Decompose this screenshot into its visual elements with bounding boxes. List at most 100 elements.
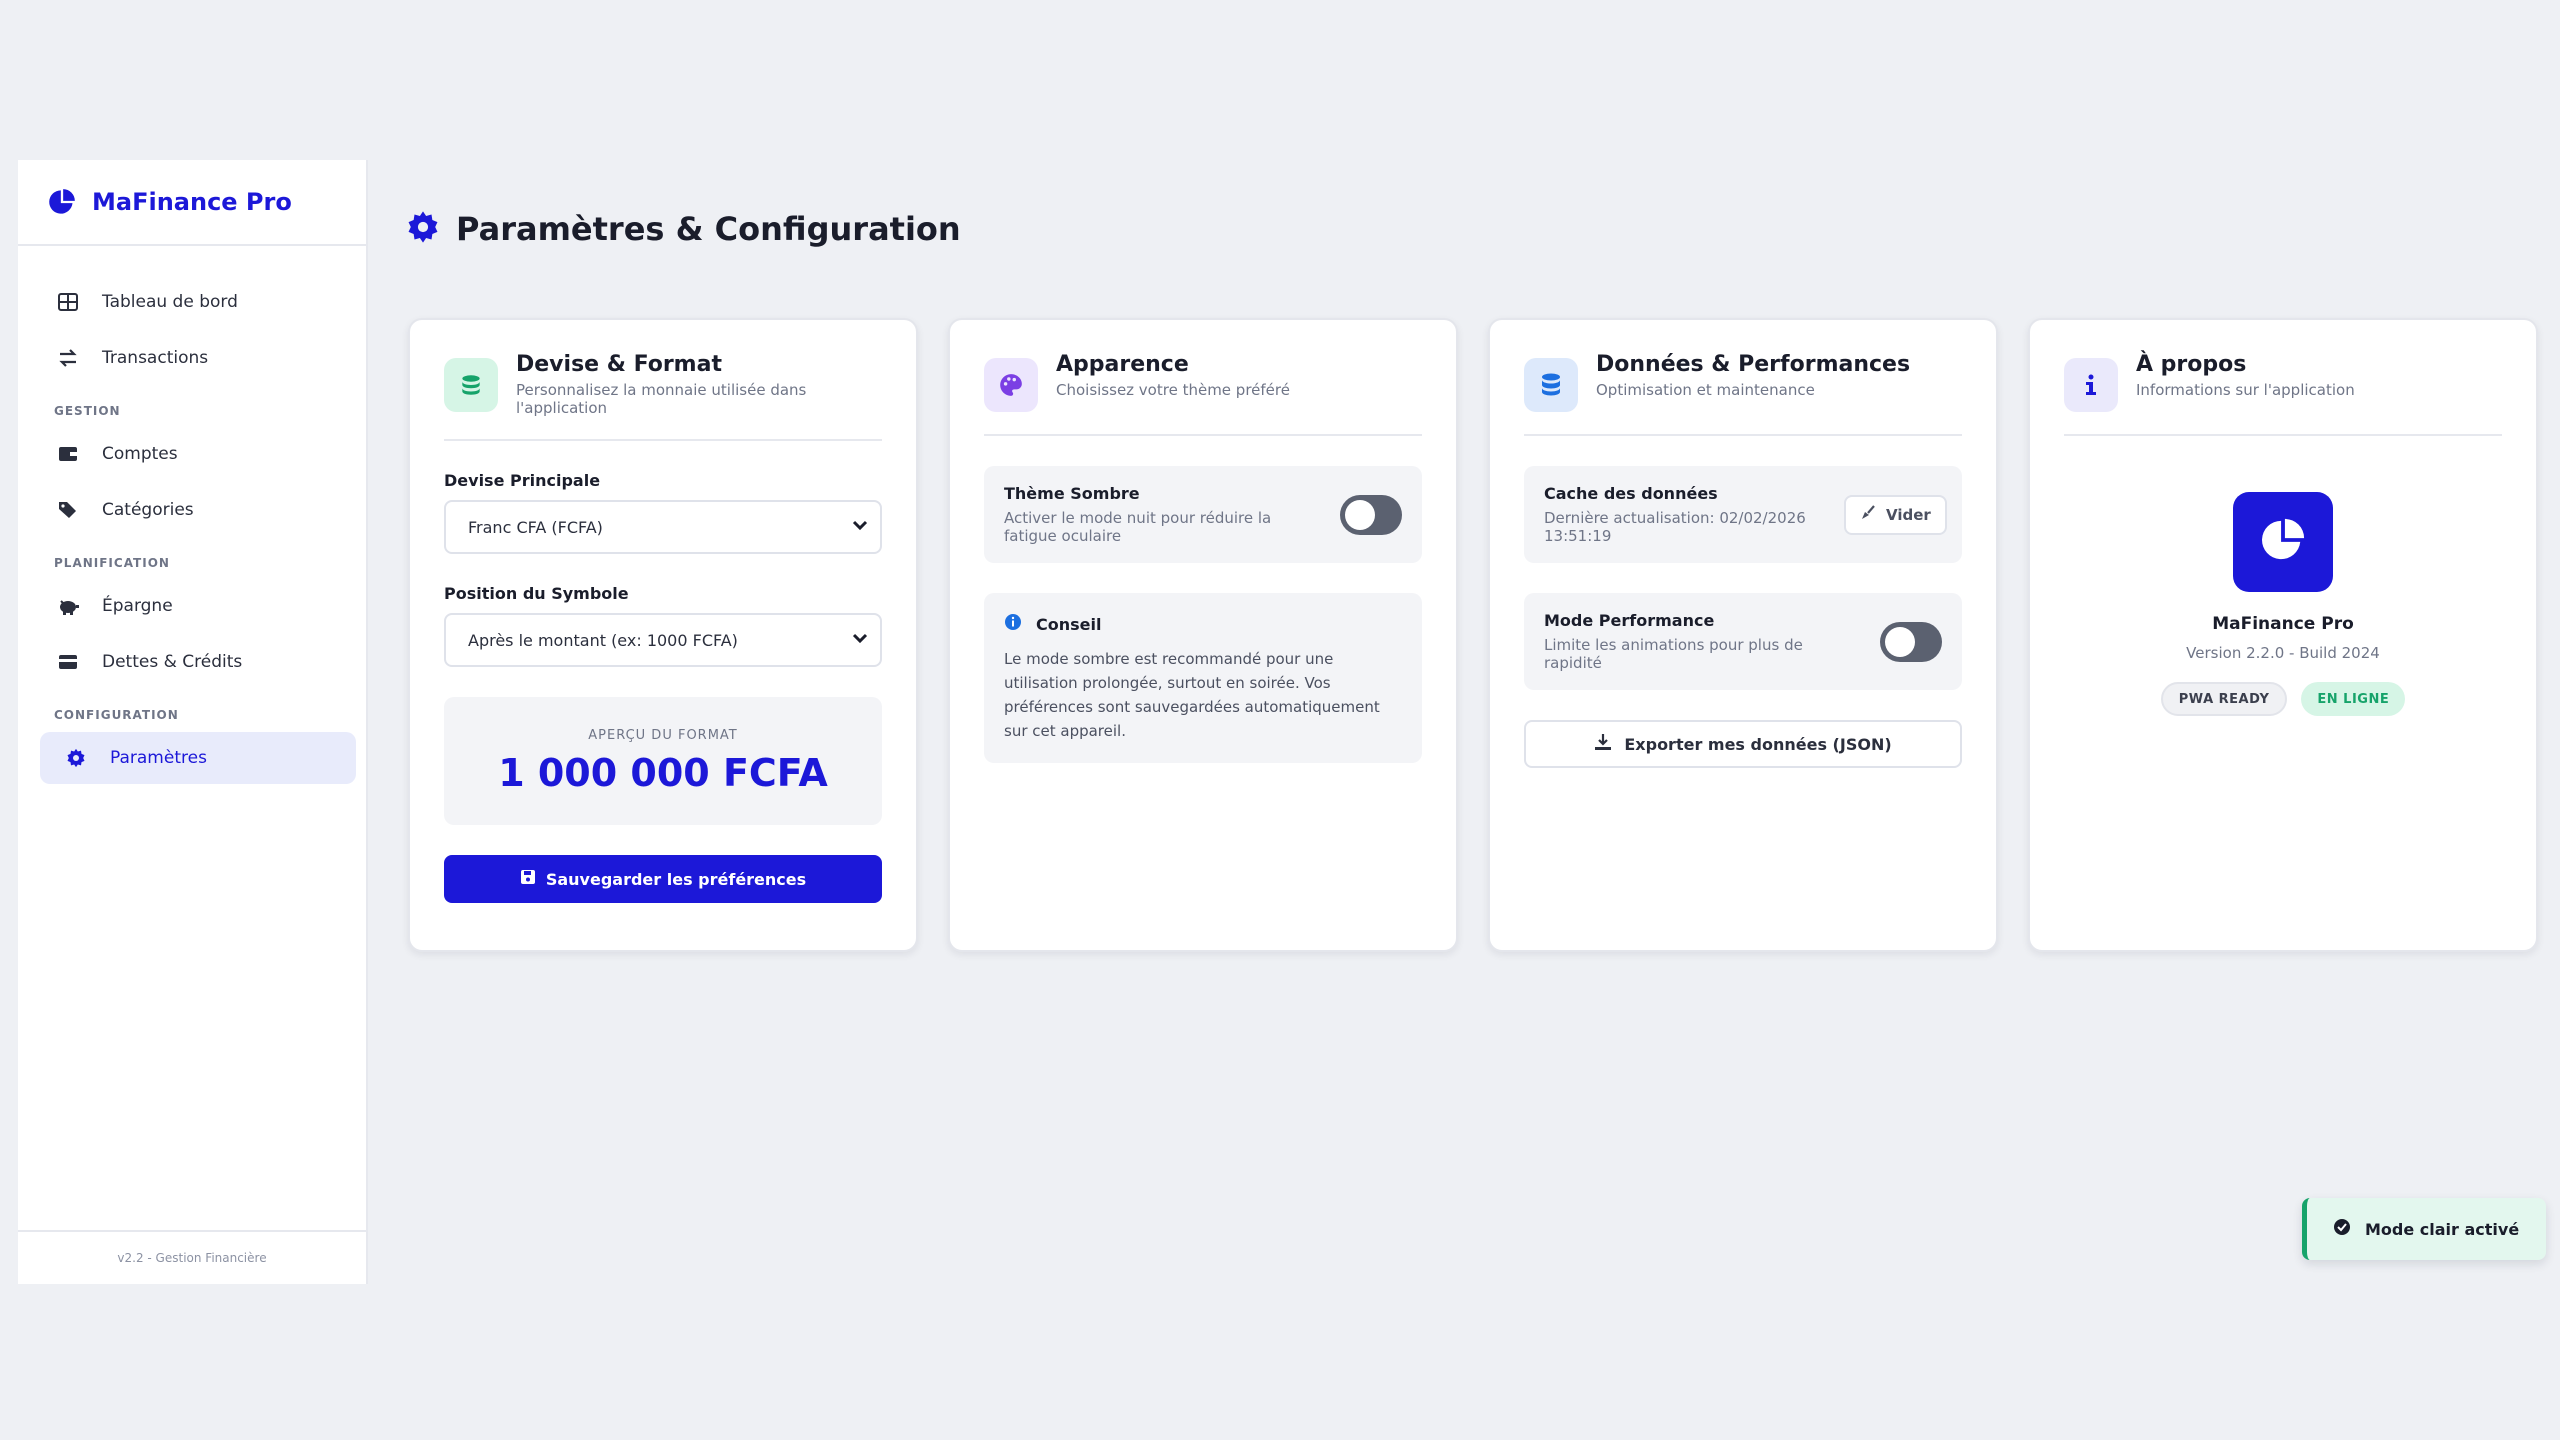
sidebar-item-debts[interactable]: Dettes & Crédits bbox=[30, 636, 354, 688]
preview-label: APERÇU DU FORMAT bbox=[588, 727, 738, 743]
app-name: MaFinance Pro bbox=[2212, 614, 2354, 634]
sidebar-item-label: Catégories bbox=[102, 500, 194, 520]
card-subtitle: Choisissez votre thème préféré bbox=[1056, 381, 1290, 399]
position-select[interactable]: Après le montant (ex: 1000 FCFA) bbox=[444, 613, 882, 667]
card-header: Apparence Choisissez votre thème préféré bbox=[984, 352, 1422, 436]
export-data-button[interactable]: Exporter mes données (JSON) bbox=[1524, 720, 1962, 768]
card-subtitle: Personnalisez la monnaie utilisée dans l… bbox=[516, 381, 807, 417]
currency-card: Devise & Format Personnalisez la monnaie… bbox=[408, 318, 918, 952]
pie-chart-icon bbox=[48, 188, 76, 216]
card-title: Données & Performances bbox=[1596, 352, 1911, 377]
card-header: Données & Performances Optimisation et m… bbox=[1524, 352, 1962, 436]
data-performance-card: Données & Performances Optimisation et m… bbox=[1488, 318, 1998, 952]
card-title: Apparence bbox=[1056, 352, 1189, 377]
setting-description: Dernière actualisation: 02/02/2026 13:51… bbox=[1544, 509, 1806, 545]
coins-icon bbox=[444, 358, 498, 412]
card-title: À propos bbox=[2136, 352, 2247, 377]
broom-icon bbox=[1860, 504, 1876, 525]
save-icon bbox=[520, 869, 536, 889]
app-logo bbox=[2233, 492, 2333, 592]
save-preferences-button[interactable]: Sauvegarder les préférences bbox=[444, 855, 882, 903]
button-label: Sauvegarder les préférences bbox=[545, 869, 807, 889]
tip-box: Conseil Le mode sombre est recommandé po… bbox=[984, 593, 1422, 763]
sidebar-nav: Tableau de bord Transactions GESTION Com… bbox=[18, 246, 366, 784]
nav-section-title: GESTION bbox=[54, 404, 121, 418]
sidebar-item-savings[interactable]: Épargne bbox=[30, 580, 354, 632]
gear-icon bbox=[64, 746, 88, 770]
sidebar-item-label: Dettes & Crédits bbox=[102, 652, 243, 672]
gear-icon bbox=[406, 210, 440, 248]
grid-icon bbox=[56, 290, 80, 314]
clear-cache-button[interactable]: Vider bbox=[1844, 494, 1947, 535]
setting-title: Cache des données bbox=[1544, 484, 1718, 503]
cache-setting: Cache des données Dernière actualisation… bbox=[1524, 466, 1962, 563]
swap-icon bbox=[56, 346, 80, 370]
setting-description: Activer le mode nuit pour réduire la fat… bbox=[1004, 509, 1272, 545]
tip-text: Le mode sombre est recommandé pour une u… bbox=[1004, 650, 1380, 740]
brand-title: MaFinance Pro bbox=[92, 188, 292, 216]
appearance-card: Apparence Choisissez votre thème préféré… bbox=[948, 318, 1458, 952]
brand[interactable]: MaFinance Pro bbox=[18, 160, 366, 246]
format-preview: APERÇU DU FORMAT 1 000 000 FCFA bbox=[444, 697, 882, 825]
select-value: Après le montant (ex: 1000 FCFA) bbox=[468, 630, 738, 650]
preview-value: 1 000 000 FCFA bbox=[498, 750, 828, 795]
status-badges: PWA READY EN LIGNE bbox=[2160, 682, 2406, 716]
wallet-icon bbox=[56, 442, 80, 466]
performance-setting: Mode Performance Limite les animations p… bbox=[1524, 593, 1962, 690]
app-version: Version 2.2.0 - Build 2024 bbox=[2186, 644, 2380, 662]
sidebar-item-dashboard[interactable]: Tableau de bord bbox=[30, 276, 354, 328]
sidebar-item-transactions[interactable]: Transactions bbox=[30, 332, 354, 384]
sidebar-item-label: Tableau de bord bbox=[102, 292, 238, 312]
tags-icon bbox=[56, 498, 80, 522]
card-header: À propos Informations sur l'application bbox=[2064, 352, 2502, 436]
info-icon bbox=[1004, 613, 1022, 635]
setting-title: Mode Performance bbox=[1544, 611, 1715, 630]
select-value: Franc CFA (FCFA) bbox=[468, 517, 603, 537]
online-badge: EN LIGNE bbox=[2301, 682, 2406, 716]
setting-title: Thème Sombre bbox=[1004, 484, 1140, 503]
button-label: Exporter mes données (JSON) bbox=[1624, 734, 1892, 754]
card-subtitle: Informations sur l'application bbox=[2136, 381, 2355, 399]
sidebar-item-label: Transactions bbox=[102, 348, 209, 368]
database-icon bbox=[1524, 358, 1578, 412]
about-body: MaFinance Pro Version 2.2.0 - Build 2024… bbox=[2064, 436, 2502, 716]
chevron-down-icon bbox=[850, 515, 870, 539]
button-label: Vider bbox=[1886, 505, 1931, 524]
toast-text: Mode clair activé bbox=[2365, 1219, 2520, 1239]
check-circle-icon bbox=[2333, 1218, 2351, 1240]
palette-icon bbox=[984, 358, 1038, 412]
download-icon bbox=[1594, 733, 1612, 755]
sidebar-item-categories[interactable]: Catégories bbox=[30, 484, 354, 536]
sidebar-item-settings[interactable]: Paramètres bbox=[40, 732, 356, 784]
page-header: Paramètres & Configuration bbox=[406, 210, 961, 248]
card-subtitle: Optimisation et maintenance bbox=[1596, 381, 1815, 399]
sidebar-item-label: Comptes bbox=[102, 444, 178, 464]
credit-card-icon bbox=[56, 650, 80, 674]
settings-cards: Devise & Format Personnalisez la monnaie… bbox=[408, 318, 2538, 952]
about-card: À propos Informations sur l'application … bbox=[2028, 318, 2538, 952]
currency-label: Devise Principale bbox=[444, 471, 601, 490]
sidebar-item-label: Paramètres bbox=[110, 748, 207, 768]
dark-theme-setting: Thème Sombre Activer le mode nuit pour r… bbox=[984, 466, 1422, 563]
card-header: Devise & Format Personnalisez la monnaie… bbox=[444, 352, 882, 441]
sidebar-footer: v2.2 - Gestion Financière bbox=[18, 1230, 366, 1284]
card-title: Devise & Format bbox=[516, 352, 722, 377]
pie-chart-icon bbox=[2260, 517, 2306, 567]
position-label: Position du Symbole bbox=[444, 584, 629, 603]
page-title: Paramètres & Configuration bbox=[456, 210, 961, 248]
chevron-down-icon bbox=[850, 628, 870, 652]
setting-description: Limite les animations pour plus de rapid… bbox=[1544, 636, 1803, 672]
sidebar-item-accounts[interactable]: Comptes bbox=[30, 428, 354, 480]
sidebar-item-label: Épargne bbox=[102, 596, 173, 616]
info-icon bbox=[2064, 358, 2118, 412]
sidebar: MaFinance Pro Tableau de bord Transactio… bbox=[18, 160, 368, 1284]
performance-toggle[interactable] bbox=[1880, 621, 1942, 662]
nav-section-title: CONFIGURATION bbox=[54, 708, 179, 722]
currency-select[interactable]: Franc CFA (FCFA) bbox=[444, 500, 882, 554]
dark-theme-toggle[interactable] bbox=[1340, 494, 1402, 535]
pwa-badge: PWA READY bbox=[2160, 682, 2288, 716]
nav-section-title: PLANIFICATION bbox=[54, 556, 170, 570]
tip-title: Conseil bbox=[1036, 614, 1102, 634]
app-shell: MaFinance Pro Tableau de bord Transactio… bbox=[18, 160, 2538, 1284]
piggy-bank-icon bbox=[56, 594, 80, 618]
